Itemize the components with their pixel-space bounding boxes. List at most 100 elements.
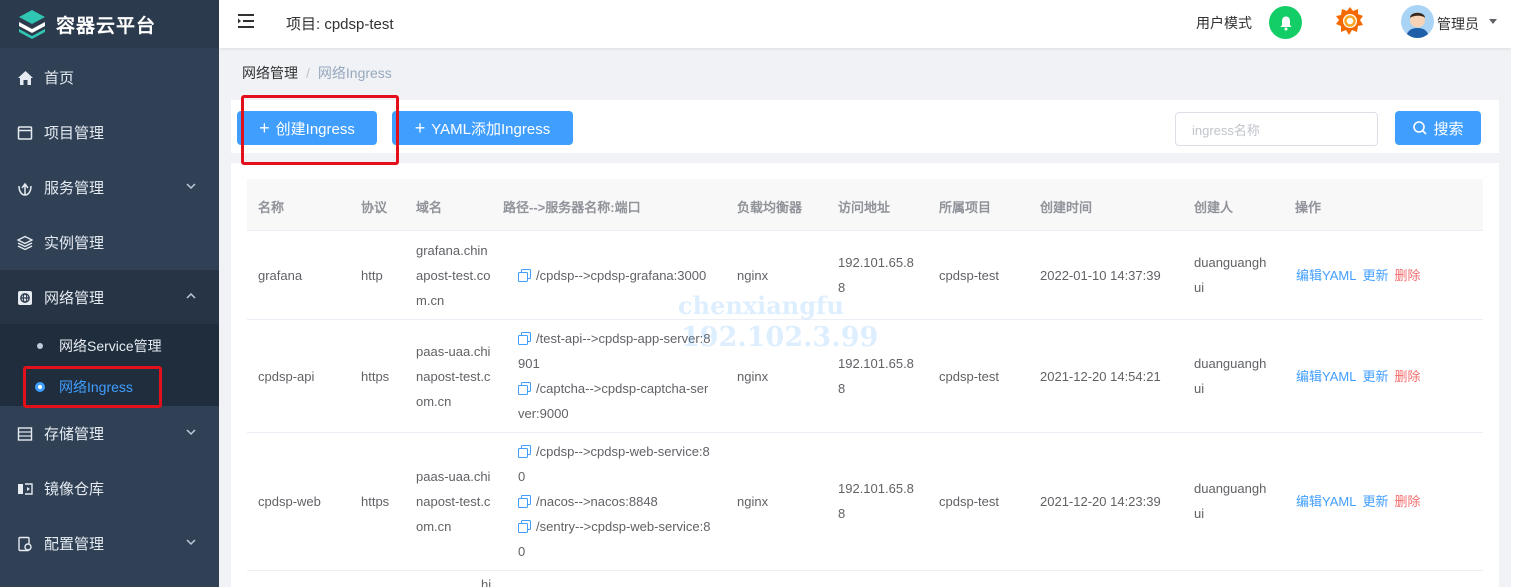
cell-creator: duanguangh ui	[1194, 351, 1266, 401]
sidebar-item-config[interactable]: 配置管理	[0, 516, 219, 571]
domain-line: m.cn	[416, 293, 445, 308]
cell-domain: paas-uaa.chi napost-test.c om.cn	[416, 339, 490, 414]
top-navbar: 项目: cpdsp-test 用户模式 管理员	[219, 0, 1511, 48]
update-link[interactable]: 更新	[1362, 494, 1388, 509]
copy-icon[interactable]	[518, 520, 531, 533]
edit-yaml-link[interactable]: 编辑YAML	[1296, 268, 1356, 283]
layers-icon	[16, 234, 34, 252]
image-repo-icon	[16, 480, 34, 498]
caret-down-icon[interactable]	[1489, 19, 1497, 24]
cell-project: cpdsp-test	[939, 369, 999, 384]
chevron-down-icon	[186, 429, 196, 436]
copy-icon[interactable]	[518, 269, 531, 282]
path-text: 0	[518, 469, 526, 484]
address-line: 8	[838, 506, 846, 521]
search-button[interactable]: 搜索	[1395, 111, 1481, 145]
copy-icon[interactable]	[518, 445, 531, 458]
storage-icon	[16, 425, 34, 443]
domain-line: om.cn	[416, 519, 452, 534]
sidebar-item-label: 实例管理	[44, 235, 105, 252]
project-icon	[16, 124, 34, 142]
search-input[interactable]: ingress名称	[1175, 112, 1378, 146]
delete-link[interactable]: 删除	[1394, 268, 1420, 283]
yaml-add-ingress-button[interactable]: + YAML添加Ingress	[392, 111, 573, 145]
cell-lb: nginx	[737, 268, 769, 283]
domain-line: grafana.chin	[416, 243, 488, 258]
cell-paths: /cpdsp-->cpdsp-web-service:8 0 /nacos-->…	[518, 439, 710, 564]
app-title: 容器云平台	[56, 15, 157, 37]
creator-line: ui	[1194, 381, 1205, 396]
menu-toggle-icon[interactable]	[237, 13, 257, 29]
domain-line: napost-test.c	[416, 494, 491, 509]
copy-icon[interactable]	[518, 495, 531, 508]
address-line: 192.101.65.8	[838, 255, 914, 270]
cell-actions: 编辑YAML 更新 删除	[1296, 263, 1420, 288]
path-text: /cpdsp-->cpdsp-web-service:8	[536, 444, 710, 459]
copy-icon[interactable]	[518, 382, 531, 395]
watermark-user: chenxiangfu	[678, 291, 844, 320]
cell-actions: 编辑YAML 更新 删除	[1296, 489, 1420, 514]
current-project[interactable]: 项目: cpdsp-test	[286, 13, 394, 34]
column-header: 域名	[416, 200, 443, 215]
sidebar-item-network[interactable]: 网络管理	[0, 270, 219, 325]
scrollbar[interactable]	[1511, 0, 1518, 587]
avatar[interactable]	[1401, 5, 1434, 38]
path-text: 0	[518, 544, 526, 559]
cell-lb: nginx	[737, 369, 769, 384]
grafana-icon[interactable]	[1334, 5, 1366, 39]
app-logo[interactable]: 容器云平台	[0, 0, 219, 48]
update-link[interactable]: 更新	[1362, 369, 1388, 384]
address-line: 8	[838, 381, 846, 396]
cell-creator: duanguangh ui	[1194, 476, 1266, 526]
path-text: ver:9000	[518, 406, 569, 421]
domain-line: paas-uaa.chi	[416, 469, 491, 484]
column-header: 创建人	[1194, 200, 1234, 215]
sidebar-item-instances[interactable]: 实例管理	[0, 215, 219, 270]
cell-protocol: http	[361, 268, 383, 283]
ingress-table: 名称 协议 域名 路径-->服务器名称:端口 负载均衡器 访问地址 所属项目 创…	[231, 163, 1499, 587]
notification-button[interactable]	[1269, 6, 1302, 39]
sidebar-item-home[interactable]: 首页	[0, 50, 219, 105]
watermark-ip: 192.102.3.99	[681, 322, 879, 353]
sidebar-item-label: 镜像仓库	[44, 481, 105, 498]
sidebar-item-image-repo[interactable]: 镜像仓库	[0, 461, 219, 516]
sidebar-item-label: 项目管理	[44, 125, 105, 142]
delete-link[interactable]: 删除	[1394, 369, 1420, 384]
breadcrumb: 网络管理 / 网络Ingress	[242, 63, 392, 83]
cell-created: 2021-12-20 14:54:21	[1040, 369, 1161, 384]
plus-icon: +	[414, 118, 426, 138]
creator-line: duanguangh	[1194, 255, 1267, 270]
path-text: 901	[518, 356, 540, 371]
column-header: 路径-->服务器名称:端口	[503, 200, 641, 215]
breadcrumb-parent[interactable]: 网络管理	[242, 65, 298, 81]
cell-project: cpdsp-test	[939, 494, 999, 509]
chevron-down-icon	[186, 183, 196, 190]
sidebar-subitem-label: 网络Service管理	[59, 338, 162, 354]
edit-yaml-link[interactable]: 编辑YAML	[1296, 369, 1356, 384]
update-link[interactable]: 更新	[1362, 268, 1388, 283]
user-name[interactable]: 管理员	[1437, 14, 1479, 34]
sidebar-item-storage[interactable]: 存储管理	[0, 406, 219, 461]
sidebar-item-services[interactable]: 服务管理	[0, 160, 219, 215]
path-text: /nacos-->nacos:8848	[536, 494, 658, 509]
cell-domain: grafana.chin apost-test.co m.cn	[416, 238, 490, 313]
sidebar: 容器云平台 首页 项目管理 服务管理 实例管理 网络管理 网络Service管理…	[0, 0, 219, 587]
delete-link[interactable]: 删除	[1394, 494, 1420, 509]
sidebar-item-label: 网络管理	[44, 290, 105, 307]
cell-project: cpdsp-test	[939, 268, 999, 283]
cell-protocol: https	[361, 494, 390, 509]
sidebar-subitem-service[interactable]: 网络Service管理	[0, 326, 219, 366]
toolbar: + 创建Ingress + YAML添加Ingress ingress名称 搜索	[231, 100, 1499, 153]
search-icon	[1413, 121, 1428, 135]
user-mode-label: 用户模式	[1196, 15, 1252, 31]
column-header: 所属项目	[939, 200, 992, 215]
cell-address: 192.101.65.8 8	[838, 351, 914, 401]
highlight-box	[241, 95, 399, 165]
breadcrumb-separator: /	[306, 65, 310, 81]
path-entry: /sentry-->cpdsp-web-service:8 0	[518, 514, 710, 564]
creator-line: ui	[1194, 280, 1205, 295]
sidebar-item-projects[interactable]: 项目管理	[0, 105, 219, 160]
copy-icon[interactable]	[518, 332, 531, 345]
cell-domain: paas-uaa.chi napost-test.c om.cn	[416, 464, 490, 539]
edit-yaml-link[interactable]: 编辑YAML	[1296, 494, 1356, 509]
